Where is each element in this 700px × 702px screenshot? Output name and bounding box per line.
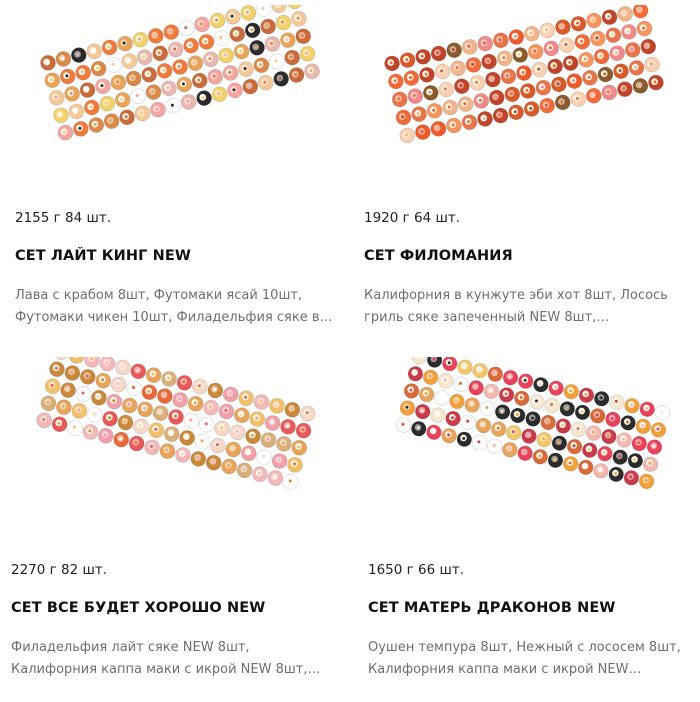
product-title[interactable]: СЕТ ВСЕ БУДЕТ ХОРОШО NEW bbox=[11, 600, 265, 616]
product-weight-count: 1920 г 64 шт. bbox=[364, 210, 461, 226]
product-weight-count: 2155 г 84 шт. bbox=[15, 210, 112, 226]
product-description: Филадельфия лайт сяке NEW 8шт, Калифорни… bbox=[11, 640, 321, 677]
product-title[interactable]: СЕТ ФИЛОМАНИЯ bbox=[364, 248, 513, 264]
sushi-platter-icon bbox=[384, 5, 664, 144]
product-image[interactable] bbox=[364, 5, 694, 185]
sushi-platter-icon bbox=[40, 5, 320, 141]
product-title[interactable]: СЕТ ЛАЙТ КИНГ NEW bbox=[15, 248, 191, 264]
product-image[interactable] bbox=[368, 357, 698, 537]
product-title[interactable]: СЕТ МАТЕРЬ ДРАКОНОВ NEW bbox=[368, 600, 616, 616]
product-card[interactable]: 2155 г 84 шт. СЕТ ЛАЙТ КИНГ NEW Лава с к… bbox=[15, 5, 345, 350]
product-weight-count: 1650 г 66 шт. bbox=[368, 562, 465, 578]
product-image[interactable] bbox=[11, 357, 341, 537]
product-card[interactable]: 2270 г 82 шт. СЕТ ВСЕ БУДЕТ ХОРОШО NEW Ф… bbox=[11, 357, 341, 702]
product-image[interactable] bbox=[15, 5, 345, 185]
product-card[interactable]: 1920 г 64 шт. СЕТ ФИЛОМАНИЯ Калифорния в… bbox=[364, 5, 694, 350]
product-description: Лава с крабом 8шт, Футомаки ясай 10шт, Ф… bbox=[15, 288, 333, 325]
product-card[interactable]: 1650 г 66 шт. СЕТ МАТЕРЬ ДРАКОНОВ NEW Оу… bbox=[368, 357, 698, 702]
sushi-platter-icon bbox=[395, 357, 671, 489]
product-description: Оушен темпура 8шт, Нежный с лососем 8шт,… bbox=[368, 640, 681, 677]
product-description: Калифорния в кунжуте эби хот 8шт, Лосось… bbox=[364, 288, 668, 325]
sushi-platter-icon bbox=[36, 357, 316, 490]
product-weight-count: 2270 г 82 шт. bbox=[11, 562, 108, 578]
